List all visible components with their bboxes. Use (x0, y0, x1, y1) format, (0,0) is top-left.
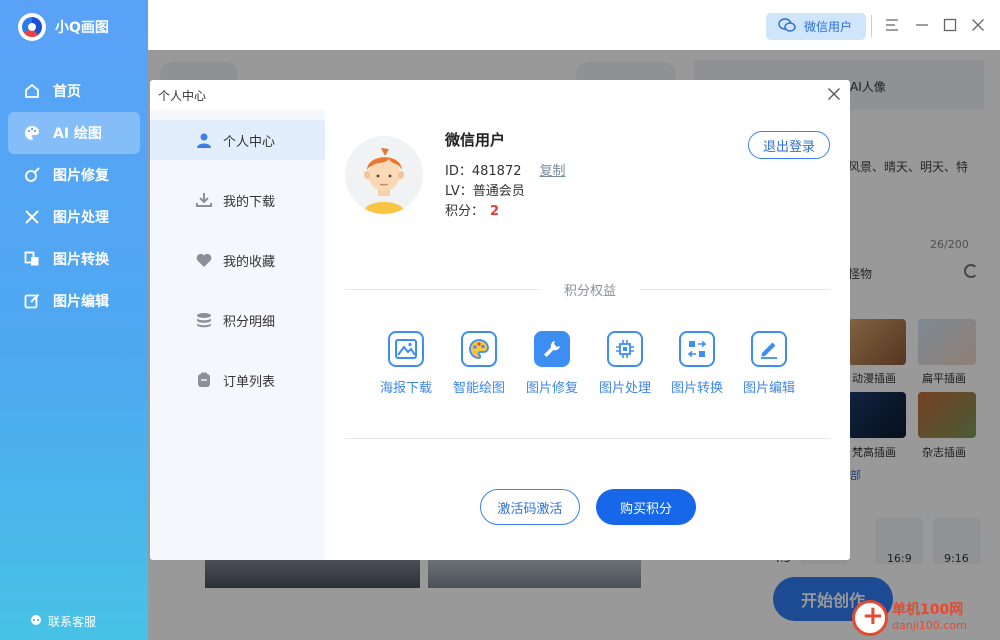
database-icon (196, 312, 212, 328)
user-chip-label: 微信用户 (803, 20, 852, 34)
menu-item-label: 个人中心 (223, 134, 276, 150)
points-value: 2 (490, 204, 500, 219)
dialog-close-icon[interactable] (826, 86, 842, 102)
avatar (345, 136, 423, 214)
level-label: LV： (445, 184, 473, 199)
home-icon (24, 83, 40, 99)
menu-item-label: 我的收藏 (223, 254, 276, 270)
benefit-image-edit[interactable]: 图片编辑 (739, 331, 799, 396)
tools-icon (24, 209, 40, 225)
sidebar-item-label: 首页 (53, 84, 81, 100)
divider (345, 438, 830, 439)
user-id-row: ID：481872 复制 (445, 160, 566, 179)
copy-id-link[interactable]: 复制 (540, 164, 566, 179)
divider (871, 15, 872, 37)
convert-icon (679, 331, 715, 367)
user-name: 微信用户 (445, 131, 506, 149)
level-value: 普通会员 (472, 184, 525, 199)
sidebar-item-image-edit[interactable]: 图片编辑 (8, 280, 140, 322)
sidebar-item-home[interactable]: 首页 (8, 70, 140, 112)
convert-icon (24, 251, 40, 267)
watermark-icon (852, 600, 888, 636)
menu-item-my-downloads[interactable]: 我的下载 (150, 180, 325, 220)
sidebar-item-label: AI 绘图 (53, 126, 102, 142)
pencil-icon (751, 331, 787, 367)
sidebar: 小Q画图 首页 AI 绘图 图片修复 图片处理 图片转换 图片编辑 联系客服 (0, 0, 148, 640)
logout-button[interactable]: 退出登录 (748, 131, 830, 159)
image-icon (388, 331, 424, 367)
sidebar-item-label: 图片处理 (53, 210, 109, 226)
sidebar-item-ai-drawing[interactable]: AI 绘图 (8, 112, 140, 154)
brand: 小Q画图 (18, 13, 109, 41)
id-label: ID： (445, 164, 472, 179)
wrench-icon (534, 331, 570, 367)
sidebar-item-label: 图片编辑 (53, 294, 109, 310)
benefit-label: 海报下载 (379, 381, 432, 396)
app-name: 小Q画图 (55, 20, 109, 36)
repair-icon (24, 167, 40, 183)
benefit-label: 图片编辑 (742, 381, 795, 396)
benefit-label: 图片处理 (598, 381, 651, 396)
download-icon (196, 192, 212, 208)
activate-code-button[interactable]: 激活码激活 (480, 489, 580, 525)
maximize-icon[interactable] (942, 17, 958, 33)
buy-points-button[interactable]: 购买积分 (596, 489, 696, 525)
menu-item-order-list[interactable]: 订单列表 (150, 360, 325, 400)
menu-item-user-center[interactable]: 个人中心 (150, 120, 325, 160)
order-icon (196, 372, 212, 388)
sidebar-item-image-processing[interactable]: 图片处理 (8, 196, 140, 238)
edit-icon (24, 293, 40, 309)
menu-item-label: 我的下载 (223, 194, 276, 210)
chip-icon (607, 331, 643, 367)
contact-support-link[interactable]: 联系客服 (30, 613, 96, 630)
sidebar-item-label: 图片修复 (53, 168, 109, 184)
menu-item-points-detail[interactable]: 积分明细 (150, 300, 325, 340)
benefit-label: 图片转换 (670, 381, 723, 396)
watermark-text: 单机100网 danji100.com (892, 602, 967, 634)
dialog-title: 个人中心 (158, 89, 207, 103)
user-chip[interactable]: 微信用户 (765, 13, 866, 40)
user-center-dialog: 个人中心 个人中心 我的下载 我的收藏 积分明细 订单列表 微信用户 ID：48… (150, 80, 850, 560)
sidebar-item-image-repair[interactable]: 图片修复 (8, 154, 140, 196)
benefit-poster-download[interactable]: 海报下载 (376, 331, 436, 396)
dialog-menu: 个人中心 我的下载 我的收藏 积分明细 订单列表 (150, 110, 325, 560)
palette-icon (24, 125, 40, 141)
id-value: 481872 (471, 164, 522, 179)
title-bar: 微信用户 (148, 0, 1000, 50)
headset-icon (30, 614, 42, 629)
watermark-sub: danji100.com (892, 619, 967, 632)
sidebar-item-label: 图片转换 (53, 252, 109, 268)
app-logo-icon (18, 13, 46, 41)
sidebar-item-image-convert[interactable]: 图片转换 (8, 238, 140, 280)
menu-item-my-favorites[interactable]: 我的收藏 (150, 240, 325, 280)
menu-icon[interactable] (884, 17, 900, 33)
benefit-image-convert[interactable]: 图片转换 (667, 331, 727, 396)
benefit-image-processing[interactable]: 图片处理 (595, 331, 655, 396)
watermark-main: 单机100网 (892, 602, 964, 618)
user-points-row: 积分： 2 (445, 200, 499, 219)
palette-icon (461, 331, 497, 367)
user-level-row: LV：普通会员 (445, 180, 525, 199)
benefit-label: 智能绘图 (452, 381, 505, 396)
menu-item-label: 积分明细 (223, 314, 276, 330)
watermark-logo: 单机100网 danji100.com (852, 600, 967, 636)
person-icon (196, 132, 212, 148)
close-icon[interactable] (970, 17, 986, 33)
minimize-icon[interactable] (914, 17, 930, 33)
points-benefits-heading: 积分权益 (540, 280, 640, 299)
heart-icon (196, 252, 212, 268)
benefit-smart-drawing[interactable]: 智能绘图 (449, 331, 509, 396)
menu-item-label: 订单列表 (223, 374, 276, 390)
benefit-image-repair[interactable]: 图片修复 (522, 331, 582, 396)
points-label: 积分： (445, 204, 485, 219)
contact-support-label: 联系客服 (48, 615, 97, 629)
benefit-label: 图片修复 (525, 381, 578, 396)
wechat-icon (778, 17, 796, 36)
sidebar-nav: 首页 AI 绘图 图片修复 图片处理 图片转换 图片编辑 (8, 70, 140, 322)
